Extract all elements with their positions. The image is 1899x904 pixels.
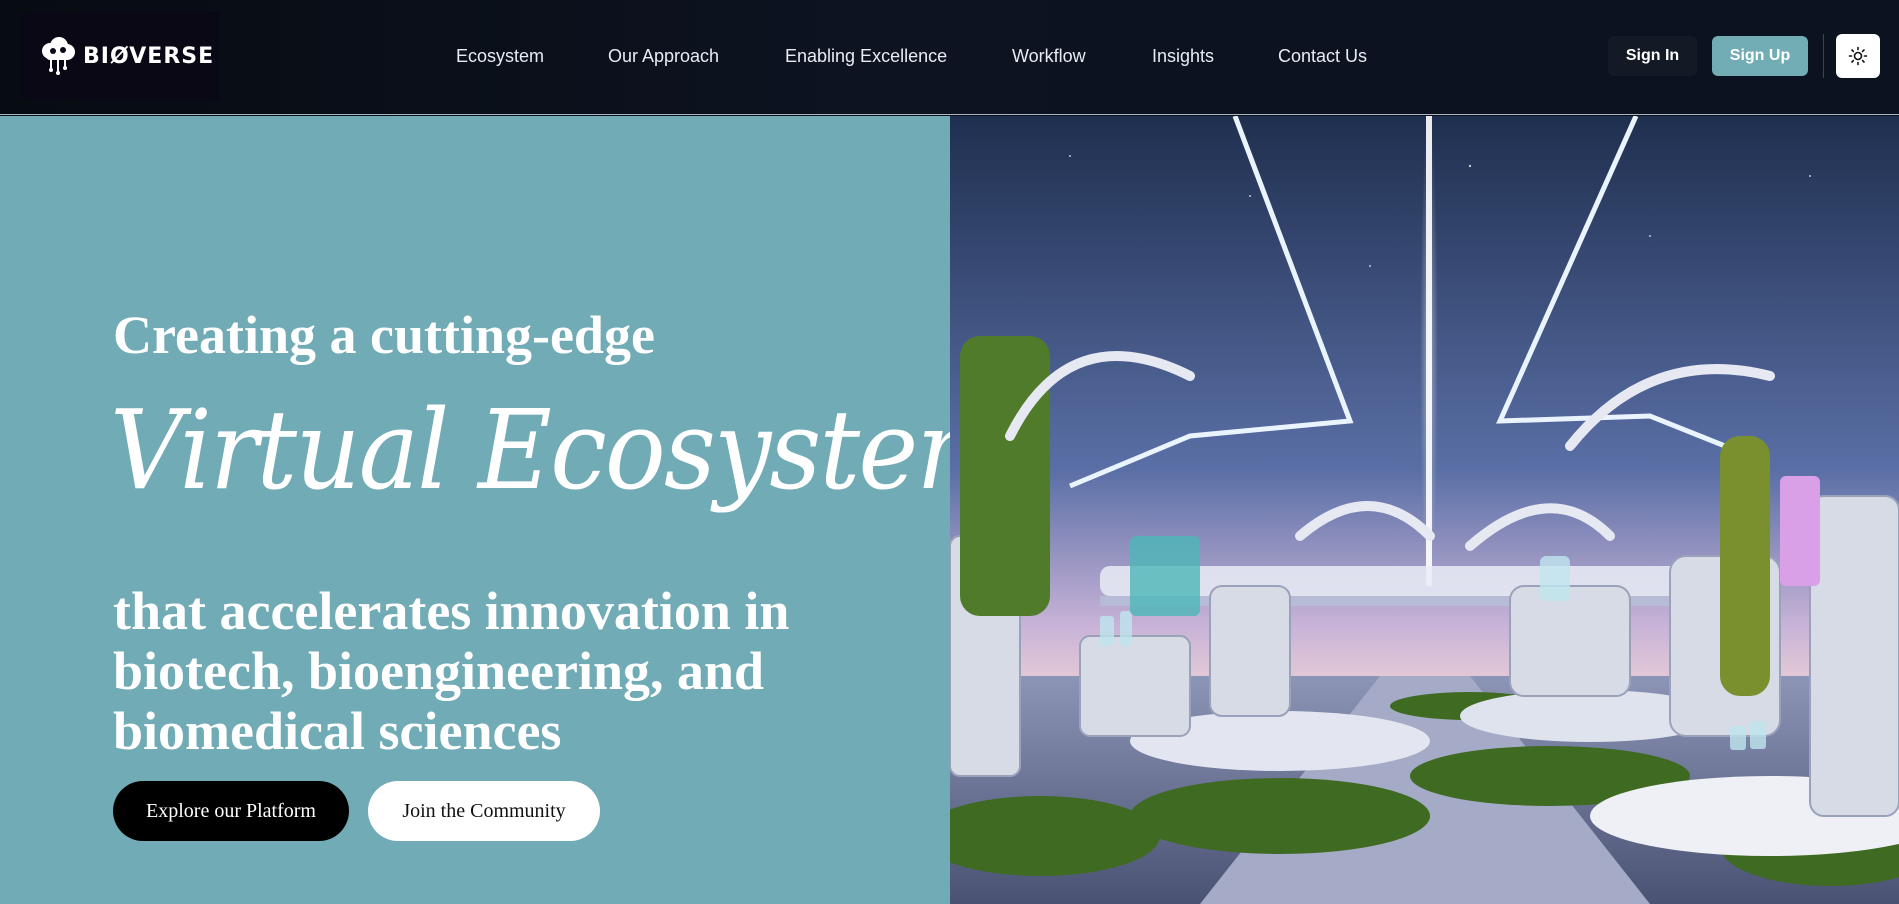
sun-icon — [1848, 46, 1868, 66]
theme-toggle-button[interactable] — [1836, 34, 1880, 78]
explore-platform-button[interactable]: Explore our Platform — [113, 781, 349, 841]
nav-link-ecosystem[interactable]: Ecosystem — [456, 46, 544, 67]
nav-link-insights[interactable]: Insights — [1152, 46, 1214, 67]
hero-illustration — [950, 116, 1899, 904]
nav-link-our-approach[interactable]: Our Approach — [608, 46, 719, 67]
hero-headline-script: Virtual Ecosystem — [110, 386, 1012, 514]
hero-headline-line3: that accelerates innovation in biotech, … — [113, 581, 790, 761]
join-community-button[interactable]: Join the Community — [368, 781, 600, 841]
nav-link-enabling-excellence[interactable]: Enabling Excellence — [785, 46, 947, 67]
nav-divider — [1823, 34, 1824, 78]
futuristic-lab-illustration — [950, 116, 1899, 904]
sign-up-button[interactable]: Sign Up — [1712, 36, 1808, 76]
hero-text-panel: Creating a cutting-edge Virtual Ecosyste… — [0, 116, 1012, 904]
sign-in-button[interactable]: Sign In — [1608, 36, 1697, 76]
hero-headline-line1: Creating a cutting-edge — [113, 305, 655, 365]
nav-link-workflow[interactable]: Workflow — [1012, 46, 1086, 67]
nav-link-contact-us[interactable]: Contact Us — [1278, 46, 1367, 67]
top-navbar: BIØVERSE Ecosystem Our Approach Enabling… — [0, 0, 1899, 115]
